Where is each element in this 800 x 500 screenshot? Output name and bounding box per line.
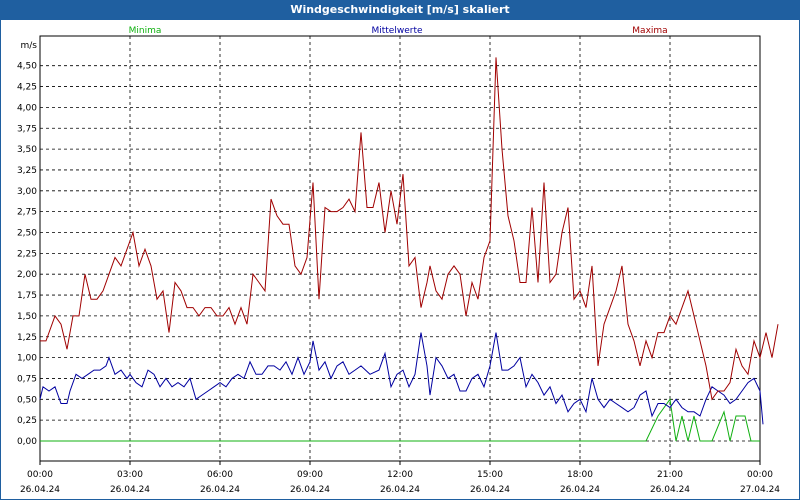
y-tick-label: 2,50 — [17, 229, 37, 239]
x-tick-date-label: 26.04.24 — [110, 485, 150, 495]
y-tick-label: 2,00 — [17, 270, 37, 280]
x-tick-date-label: 26.04.24 — [560, 485, 600, 495]
x-tick-date-label: 26.04.24 — [470, 485, 510, 495]
x-tick-date-label: 26.04.24 — [650, 485, 690, 495]
y-tick-label: 0,00 — [17, 437, 37, 447]
x-tick-date-label: 26.04.24 — [290, 485, 330, 495]
legend-mittelwerte: Mittelwerte — [371, 26, 422, 36]
y-tick-label: 0,50 — [17, 395, 37, 405]
x-tick-time-label: 21:00 — [657, 470, 683, 480]
x-tick-time-label: 03:00 — [117, 470, 143, 480]
x-tick-time-label: 18:00 — [567, 470, 593, 480]
x-tick-time-label: 12:00 — [387, 470, 413, 480]
y-tick-label: 3,00 — [17, 187, 37, 197]
y-tick-label: 3,50 — [17, 145, 37, 155]
y-tick-label: 1,25 — [17, 333, 37, 343]
y-tick-label: 3,25 — [17, 166, 37, 176]
y-tick-label: 3,75 — [17, 124, 37, 134]
x-tick-time-label: 06:00 — [207, 470, 233, 480]
y-tick-label: 4,00 — [17, 103, 37, 113]
x-tick-time-label: 00:00 — [27, 470, 53, 480]
y-tick-label: 1,00 — [17, 354, 37, 364]
legend-maxima: Maxima — [632, 26, 667, 36]
y-axis-unit-label: m/s — [21, 41, 38, 51]
x-tick-date-label: 26.04.24 — [380, 485, 420, 495]
y-tick-label: 0,25 — [17, 416, 37, 426]
x-tick-date-label: 26.04.24 — [20, 485, 60, 495]
y-tick-label: 0,75 — [17, 374, 37, 384]
x-tick-time-label: 00:00 — [747, 470, 773, 480]
y-tick-label: 2,75 — [17, 208, 37, 218]
y-tick-label: 4,50 — [17, 62, 37, 72]
y-tick-label: 4,25 — [17, 83, 37, 93]
y-tick-label: 2,25 — [17, 249, 37, 259]
x-tick-date-label: 27.04.24 — [740, 485, 780, 495]
legend-minima: Minima — [129, 26, 162, 36]
x-tick-date-label: 26.04.24 — [200, 485, 240, 495]
wind-speed-chart: 0,00 0,25 0,50 0,75 1,00 1,25 1,50 1,75 2,00 2,25… — [17, 26, 780, 495]
y-tick-label: 1,50 — [17, 312, 37, 322]
x-tick-time-label: 09:00 — [297, 470, 323, 480]
y-tick-label: 1,75 — [17, 291, 37, 301]
x-tick-time-label: 15:00 — [477, 470, 503, 480]
